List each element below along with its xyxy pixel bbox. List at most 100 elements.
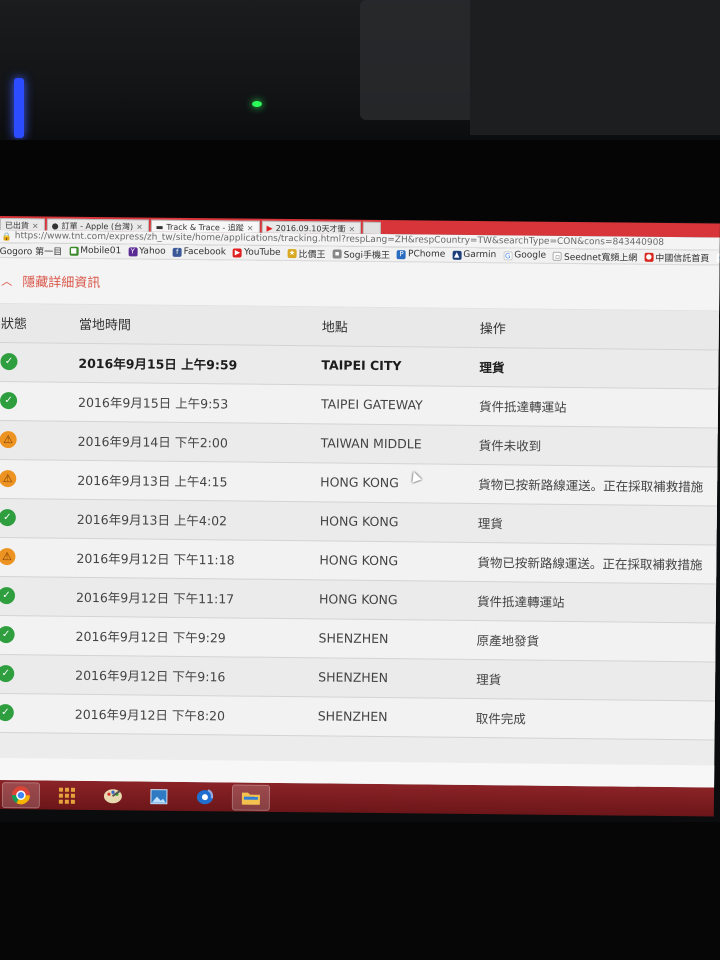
monitor-bezel-bottom: [0, 822, 720, 960]
check-icon: ✓: [0, 392, 18, 410]
garmin-icon: ▲: [452, 250, 462, 260]
check-icon: ✓: [0, 664, 15, 683]
blue-led-light: [14, 78, 24, 138]
close-tab-icon[interactable]: ×: [136, 222, 143, 231]
bookmark-item[interactable]: ▪ Sogi手機王: [332, 247, 391, 261]
action-cell: 貨件抵達轉運站: [476, 581, 717, 623]
column-header-action: 操作: [479, 309, 720, 350]
tracking-table: 狀態 當地時間 地點 操作 ✓ 2016年9月15日 上午9:59 TAIPEI C…: [0, 303, 720, 740]
close-tab-icon[interactable]: ×: [32, 221, 39, 230]
status-cell: ✓: [0, 380, 79, 421]
location-cell: SHENZHEN: [317, 657, 477, 699]
check-icon: ✓: [0, 353, 18, 371]
lock-icon: 🔒: [1, 231, 12, 241]
bookmark-item[interactable]: ● 中國信託首頁: [644, 250, 709, 264]
tracking-row: ✓ 2016年9月12日 下午8:20 SHENZHEN 取件完成: [0, 692, 715, 740]
browser-tab[interactable]: ▶ 2016.09.10天才衝 ×: [261, 220, 362, 234]
browser-tab[interactable]: ● 訂單 - Apple (台灣) ×: [46, 218, 149, 232]
column-header-local-time: 當地時間: [78, 304, 323, 346]
status-cell: ✓: [0, 692, 76, 733]
youtube-icon: ▶: [266, 223, 273, 233]
bookmark-item[interactable]: Y Yahoo: [128, 246, 166, 257]
background-room: [0, 0, 720, 150]
bookmark-label: PChome: [407, 249, 446, 260]
green-led-light: [252, 101, 262, 107]
bookmark-item[interactable]: ■ Mobile01: [69, 245, 122, 257]
paint-icon[interactable]: [94, 783, 132, 809]
bookmark-item[interactable]: f Facebook: [172, 247, 226, 257]
bookmark-label: Mobile01: [80, 245, 122, 257]
bookmark-label: 中國信託首頁: [655, 253, 710, 264]
local-time-cell: 2016年9月13日 上午4:15: [77, 459, 321, 502]
hide-details-toggle[interactable]: ︿ 隱藏詳細資訊: [0, 257, 720, 312]
pchome-icon: P: [396, 249, 407, 259]
close-tab-icon[interactable]: ×: [348, 224, 355, 233]
monitor-bezel-top: [0, 140, 720, 222]
bookmark-item[interactable]: ▶ YouTube: [232, 247, 281, 258]
status-cell: ✓: [0, 575, 77, 616]
location-cell: HONG KONG: [319, 501, 479, 543]
google-icon: G: [503, 250, 513, 260]
mobile01-icon: ■: [69, 246, 79, 256]
bookmark-label: Garmin: [463, 249, 497, 261]
location-cell: SHENZHEN: [318, 618, 477, 660]
bookmark-item[interactable]: Gogoro 第一目: [0, 243, 62, 257]
status-cell: ⚠: [0, 536, 77, 577]
photos-icon[interactable]: [140, 783, 178, 809]
local-time-cell: 2016年9月12日 下午8:20: [74, 693, 318, 736]
close-tab-icon[interactable]: ×: [247, 223, 254, 232]
column-header-location: 地點: [321, 307, 481, 348]
local-time-cell: 2016年9月12日 下午11:18: [76, 537, 320, 580]
bookmark-item[interactable]: ▲ Garmin: [452, 250, 496, 260]
media-player-icon[interactable]: [186, 783, 224, 809]
local-time-cell: 2016年9月13日 上午4:02: [76, 498, 321, 541]
action-cell: 原產地發貨: [476, 620, 716, 662]
local-time-cell: 2016年9月15日 上午9:59: [78, 342, 322, 385]
apps-grid-icon[interactable]: [48, 782, 86, 808]
new-tab-button[interactable]: [363, 221, 382, 234]
page-icon: ▪: [332, 248, 342, 259]
browser-tab[interactable]: 已出貨 ×: [0, 217, 45, 231]
bookmark-item[interactable]: c花旗: [716, 251, 720, 264]
check-icon: ✓: [0, 625, 15, 644]
location-cell: TAIWAN MIDDLE: [320, 423, 479, 465]
bookmark-label: Yahoo: [139, 246, 166, 257]
status-cell: ✓: [0, 497, 78, 538]
local-time-cell: 2016年9月15日 上午9:53: [77, 381, 322, 424]
status-cell: ⚠: [0, 458, 78, 499]
bookmark-item[interactable]: P PChome: [396, 249, 446, 260]
location-cell: TAIPEI GATEWAY: [320, 384, 480, 426]
bookmark-item[interactable]: ★ 比價王: [287, 247, 326, 260]
youtube-icon: ▶: [232, 247, 243, 258]
page-icon: ★: [287, 248, 297, 258]
bookmark-label: YouTube: [243, 247, 281, 258]
warning-icon: ⚠: [0, 431, 17, 449]
browser-tab-active[interactable]: ▬ Track & Trace - 追蹤 ×: [150, 219, 260, 233]
check-icon: ✓: [0, 703, 14, 722]
local-time-cell: 2016年9月12日 下午9:29: [75, 615, 319, 658]
tracking-page: ︿ 隱藏詳細資訊 狀態 當地時間 地點 操作 ✓ 2016年9月15日 上午9:5…: [0, 257, 720, 788]
bookmark-label: Google: [514, 250, 547, 261]
location-cell: TAIPEI CITY: [321, 345, 480, 387]
local-time-cell: 2016年9月12日 下午9:16: [75, 654, 319, 697]
status-cell: ✓: [0, 341, 79, 382]
status-cell: ✓: [0, 653, 76, 694]
action-cell: 理貨: [479, 347, 719, 389]
action-cell: 取件完成: [475, 698, 715, 740]
chrome-icon[interactable]: [1, 781, 41, 808]
bookmark-label: 比價王: [298, 249, 326, 260]
location-cell: HONG KONG: [320, 462, 479, 504]
tab-title: Track & Trace - 追蹤: [166, 222, 244, 233]
check-icon: ✓: [0, 587, 16, 605]
toggle-label: 隱藏詳細資訊: [22, 275, 101, 292]
column-header-status: 狀態: [0, 303, 80, 343]
location-cell: SHENZHEN: [317, 696, 476, 738]
monitor-screen: 已出貨 × ● 訂單 - Apple (台灣) × ▬ Track & Trac…: [0, 216, 720, 832]
bookmark-label: Seednet寬頻上網: [563, 252, 638, 264]
file-explorer-icon[interactable]: [231, 783, 271, 811]
action-cell: 理貨: [475, 659, 716, 701]
bookmark-item[interactable]: ▫ Seednet寬頻上網: [552, 249, 638, 264]
location-cell: HONG KONG: [319, 540, 478, 582]
warning-icon: ⚠: [0, 470, 17, 488]
bookmark-item[interactable]: G Google: [503, 250, 547, 261]
